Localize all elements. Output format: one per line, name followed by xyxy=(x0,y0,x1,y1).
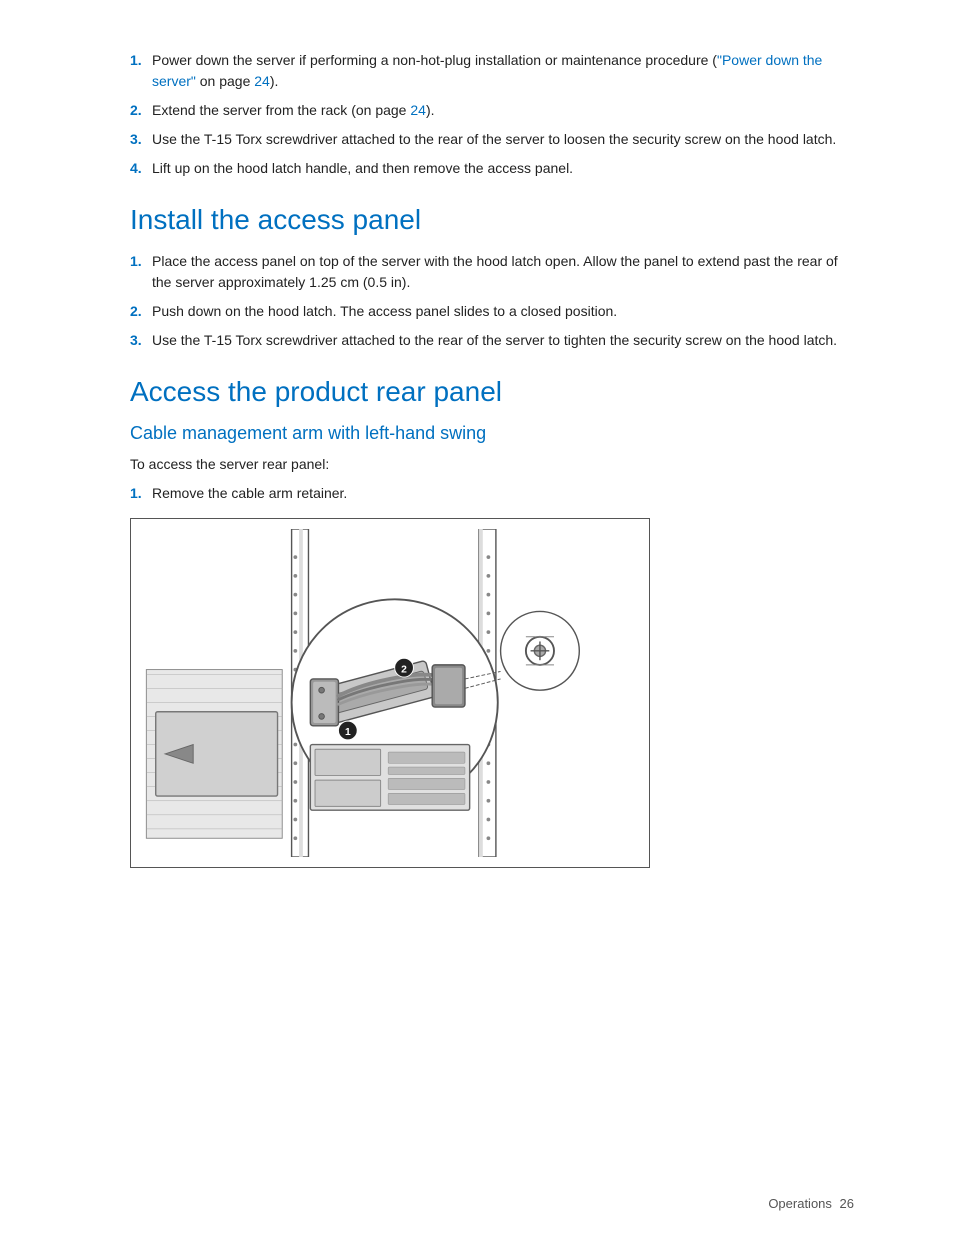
list-item: 3. Use the T-15 Torx screwdriver attache… xyxy=(130,129,854,150)
list-item: 2. Extend the server from the rack (on p… xyxy=(130,100,854,121)
install-access-panel-list: 1. Place the access panel on top of the … xyxy=(130,251,854,351)
step-number: 1. xyxy=(130,50,152,92)
step-text-mid: on page xyxy=(196,73,254,89)
step-suffix: ). xyxy=(426,102,435,118)
access-rear-panel-heading: Access the product rear panel xyxy=(130,375,854,409)
remove-access-panel-list: 1. Power down the server if performing a… xyxy=(130,50,854,179)
svg-text:2: 2 xyxy=(401,664,407,675)
step-content: Extend the server from the rack (on page… xyxy=(152,100,854,121)
list-item: 1. Place the access panel on top of the … xyxy=(130,251,854,293)
svg-text:1: 1 xyxy=(345,727,351,738)
step-number: 3. xyxy=(130,330,152,351)
footer-page-number: 26 xyxy=(840,1196,854,1211)
list-item: 3. Use the T-15 Torx screwdriver attache… xyxy=(130,330,854,351)
access-rear-panel-list: 1. Remove the cable arm retainer. xyxy=(130,483,854,504)
step-number: 3. xyxy=(130,129,152,150)
page-link-1[interactable]: 24 xyxy=(254,73,270,89)
step-number: 1. xyxy=(130,483,152,504)
step-content: Remove the cable arm retainer. xyxy=(152,483,854,504)
step-content: Lift up on the hood latch handle, and th… xyxy=(152,158,854,179)
footer-section-label: Operations xyxy=(768,1196,832,1211)
install-access-panel-heading: Install the access panel xyxy=(130,203,854,237)
step-content: Use the T-15 Torx screwdriver attached t… xyxy=(152,330,854,351)
list-item: 4. Lift up on the hood latch handle, and… xyxy=(130,158,854,179)
page-link-2[interactable]: 24 xyxy=(410,102,426,118)
step-text: Extend the server from the rack (on page xyxy=(152,102,410,118)
list-item: 1. Remove the cable arm retainer. xyxy=(130,483,854,504)
step-content: Push down on the hood latch. The access … xyxy=(152,301,854,322)
list-item: 2. Push down on the hood latch. The acce… xyxy=(130,301,854,322)
list-item: 1. Power down the server if performing a… xyxy=(130,50,854,92)
step-number: 2. xyxy=(130,100,152,121)
footer: Operations 26 xyxy=(768,1196,854,1211)
step-number: 4. xyxy=(130,158,152,179)
step-content: Place the access panel on top of the ser… xyxy=(152,251,854,293)
step-number: 2. xyxy=(130,301,152,322)
step-content: Use the T-15 Torx screwdriver attached t… xyxy=(152,129,854,150)
diagram-container: 1 2 xyxy=(130,518,650,868)
step-number: 1. xyxy=(130,251,152,293)
step-text-suffix: ). xyxy=(270,73,279,89)
step-content: Power down the server if performing a no… xyxy=(152,50,854,92)
step-text-prefix: Power down the server if performing a no… xyxy=(152,52,717,68)
page: 1. Power down the server if performing a… xyxy=(0,0,954,1235)
cable-management-arm-heading: Cable management arm with left-hand swin… xyxy=(130,422,854,445)
intro-text: To access the server rear panel: xyxy=(130,454,854,475)
cable-arm-diagram: 1 2 xyxy=(141,529,639,857)
